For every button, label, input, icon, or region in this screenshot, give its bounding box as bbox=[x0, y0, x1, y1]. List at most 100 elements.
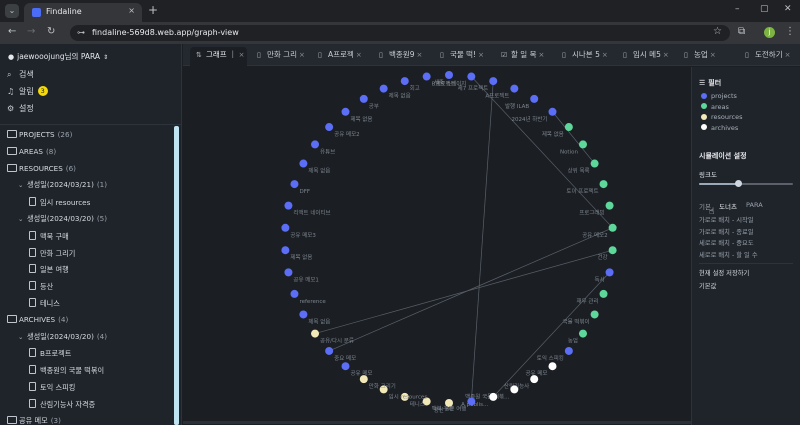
tree-doc-item[interactable]: 임시 resources bbox=[29, 197, 90, 208]
graph-node[interactable] bbox=[489, 77, 498, 86]
graph-node[interactable] bbox=[281, 246, 290, 255]
slider-knob[interactable] bbox=[734, 180, 742, 187]
doc-tab[interactable]: ▯ 임시 메5 × bbox=[617, 47, 674, 66]
url-text[interactable]: findaline-569d8.web.app/graph-view bbox=[92, 28, 239, 37]
tree-doc-item[interactable]: B프로젝트 bbox=[29, 348, 71, 359]
close-tab-icon[interactable]: × bbox=[416, 51, 422, 59]
doc-tab[interactable]: ▯ 농업 × bbox=[678, 47, 735, 66]
tree-doc-item[interactable]: 만화 그리기 bbox=[29, 248, 75, 259]
chevron-down-icon[interactable]: ⌄ bbox=[18, 181, 27, 189]
graph-node[interactable] bbox=[341, 362, 350, 371]
graph-node[interactable] bbox=[578, 329, 587, 338]
graph-view-canvas[interactable]: 세주 제5 스테이지 제7 프로젝트 A프로젝트 발행 ILAB 2024년 하반기 제목 … bbox=[183, 67, 691, 425]
graph-node[interactable] bbox=[608, 246, 617, 255]
graph-node[interactable] bbox=[489, 392, 498, 401]
doc-tab[interactable]: ▯ 도전하기 × bbox=[739, 47, 796, 66]
extensions-puzzle-icon[interactable]: ⧉ bbox=[738, 26, 745, 37]
graph-node[interactable] bbox=[325, 346, 334, 355]
tree-doc-item[interactable]: 테니스 bbox=[29, 298, 60, 309]
close-tab-icon[interactable]: × bbox=[538, 51, 544, 59]
graph-node[interactable] bbox=[467, 72, 476, 81]
tree-doc-item[interactable]: 토익 스피킹 bbox=[29, 382, 75, 393]
graph-node[interactable] bbox=[467, 397, 476, 406]
forward-arrow-icon[interactable]: → bbox=[27, 26, 35, 37]
browser-menu-icon[interactable]: ⋮ bbox=[785, 26, 795, 37]
doc-tab[interactable]: ☑ 할 일 목 × bbox=[495, 47, 552, 66]
graph-node[interactable] bbox=[341, 107, 350, 116]
link-distance-slider[interactable] bbox=[699, 180, 793, 187]
graph-node[interactable] bbox=[422, 72, 431, 81]
layout-sort-option[interactable]: 세로로 배치 - 할 일 수 bbox=[699, 250, 758, 259]
graph-node[interactable] bbox=[510, 385, 519, 394]
graph-node[interactable] bbox=[530, 94, 539, 103]
doc-tab[interactable]: ▯ 만화 그리 × bbox=[251, 47, 308, 66]
close-tab-icon[interactable]: × bbox=[128, 6, 135, 15]
graph-node[interactable] bbox=[590, 310, 599, 319]
tab-search-button[interactable]: ⌄ bbox=[5, 4, 19, 18]
tree-folder-item[interactable]: 공유 메모 (3) bbox=[7, 416, 61, 425]
graph-node[interactable] bbox=[530, 375, 539, 384]
layout-option-para[interactable]: PARA bbox=[746, 201, 763, 209]
graph-node[interactable] bbox=[284, 201, 293, 210]
close-tab-icon[interactable]: × bbox=[785, 51, 791, 59]
graph-node[interactable] bbox=[548, 362, 557, 371]
graph-node[interactable] bbox=[510, 84, 519, 93]
layout-sort-option[interactable]: 가로로 배치 - 종료일 bbox=[699, 227, 754, 236]
sidebar-alerts[interactable]: ♫ 알림 3 bbox=[7, 86, 48, 97]
chevron-down-icon[interactable]: ⌄ bbox=[18, 215, 27, 223]
graph-node[interactable] bbox=[359, 94, 368, 103]
graph-node[interactable] bbox=[284, 268, 293, 277]
graph-node[interactable] bbox=[290, 180, 299, 189]
tree-folder-item[interactable]: ARCHIVES (4) bbox=[7, 315, 68, 324]
close-tab-icon[interactable]: × bbox=[602, 51, 608, 59]
tree-group-item[interactable]: ⌄ 생성일(2024/03/20) (4) bbox=[18, 332, 107, 342]
layout-sort-option[interactable]: 세로로 배치 - 중요도 bbox=[699, 238, 754, 247]
close-tab-icon[interactable]: × bbox=[710, 51, 716, 59]
close-tab-icon[interactable]: × bbox=[478, 51, 484, 59]
browser-tab-findaline[interactable]: Findaline × bbox=[24, 3, 142, 22]
graph-node[interactable] bbox=[311, 329, 320, 338]
sidebar-settings[interactable]: ⚙ 설정 bbox=[7, 103, 34, 114]
reload-icon[interactable]: ↻ bbox=[47, 26, 55, 37]
tree-folder-item[interactable]: RESOURCES (6) bbox=[7, 164, 76, 173]
close-tab-icon[interactable]: × bbox=[356, 51, 362, 59]
doc-tab[interactable]: ⇅ 그래프 ｜ × bbox=[190, 47, 247, 66]
doc-tab[interactable]: ▯ A프로젝 × bbox=[312, 47, 369, 66]
back-arrow-icon[interactable]: ← bbox=[8, 26, 16, 37]
tree-group-item[interactable]: ⌄ 생성일(2024/03/21) (1) bbox=[18, 180, 107, 190]
graph-node[interactable] bbox=[608, 223, 617, 232]
doc-tab[interactable]: ▯ 백종원9 × bbox=[373, 47, 430, 66]
default-value-button[interactable]: 기본값 bbox=[699, 281, 716, 290]
chevron-down-icon[interactable]: ⌄ bbox=[18, 333, 27, 341]
maximize-window-button[interactable]: ▢ bbox=[760, 4, 769, 14]
layout-option-donut[interactable]: 도너츠 bbox=[719, 201, 737, 211]
layout-sort-option[interactable]: 가로로 배치 - 시작일 bbox=[699, 215, 754, 224]
profile-avatar[interactable]: j bbox=[764, 27, 775, 38]
graph-svg[interactable]: 세주제5 스테이지제7 프로젝트A프로젝트발행 ILAB2024년 하반기제목 … bbox=[183, 67, 691, 421]
graph-scrollbar[interactable] bbox=[183, 421, 691, 424]
close-tab-icon[interactable]: × bbox=[663, 51, 669, 59]
graph-node[interactable] bbox=[299, 159, 308, 168]
graph-node[interactable] bbox=[445, 71, 453, 79]
tree-group-item[interactable]: ⌄ 생성일(2024/03/20) (5) bbox=[18, 214, 107, 224]
graph-node[interactable] bbox=[590, 159, 599, 168]
graph-node[interactable] bbox=[281, 223, 290, 232]
workspace-switcher[interactable]: ● jaewooojung님의 PARA ⇕ bbox=[8, 51, 108, 62]
graph-node[interactable] bbox=[605, 201, 614, 210]
graph-node[interactable] bbox=[325, 123, 334, 132]
doc-tab[interactable]: ▯ 국물 떡! × bbox=[434, 47, 491, 66]
close-window-button[interactable]: ✕ bbox=[784, 4, 792, 14]
graph-node[interactable] bbox=[299, 310, 308, 319]
graph-node[interactable] bbox=[548, 107, 557, 116]
graph-node[interactable] bbox=[379, 84, 388, 93]
sidebar-search[interactable]: ⌕ 검색 bbox=[7, 69, 34, 80]
address-bar[interactable]: ⊶ findaline-569d8.web.app/graph-view ☆ bbox=[70, 25, 730, 41]
graph-node[interactable] bbox=[400, 77, 409, 86]
save-setting-button[interactable]: 현재 설정 저장하기 bbox=[699, 268, 749, 277]
tree-doc-item[interactable]: 백종원의 국물 떡볶이 bbox=[29, 365, 104, 376]
sidebar-scrollbar[interactable] bbox=[174, 126, 179, 425]
graph-node[interactable] bbox=[290, 289, 299, 298]
site-info-icon[interactable]: ⊶ bbox=[77, 28, 85, 37]
graph-node[interactable] bbox=[311, 140, 320, 149]
graph-node[interactable] bbox=[599, 289, 608, 298]
